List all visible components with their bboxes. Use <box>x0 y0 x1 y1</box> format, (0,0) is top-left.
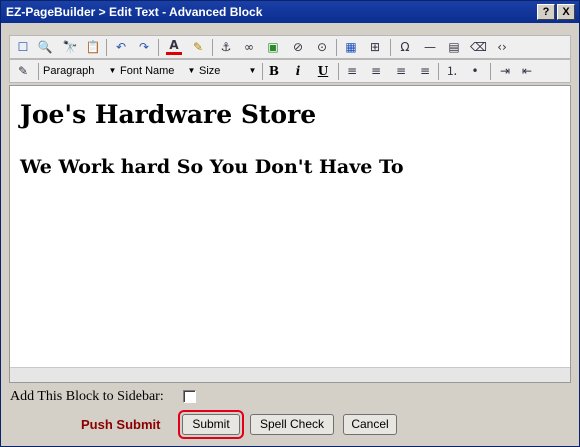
bullet-list-icon[interactable]: • <box>467 63 483 79</box>
help-button[interactable]: ? <box>537 4 555 20</box>
image-icon[interactable]: ▣ <box>265 39 281 55</box>
format-select[interactable]: Paragraph ▼ <box>43 63 117 79</box>
remove-format-icon[interactable]: ⌫ <box>470 39 487 55</box>
text-color-icon[interactable]: A <box>166 39 182 55</box>
numbered-list-icon[interactable]: ⒈ <box>444 63 460 79</box>
close-button[interactable]: X <box>557 4 575 20</box>
editor-dialog: EZ-PageBuilder > Edit Text - Advanced Bl… <box>0 0 580 447</box>
chevron-down-icon: ▼ <box>248 66 257 75</box>
media-icon[interactable]: ⊙ <box>314 39 330 55</box>
font-select-value: Font Name <box>120 65 175 77</box>
font-select[interactable]: Font Name ▼ <box>120 63 196 79</box>
bold-button[interactable]: B <box>266 63 282 79</box>
link-icon[interactable]: ∞ <box>241 39 257 55</box>
heading-store-name[interactable]: Joe's Hardware Store <box>20 100 316 129</box>
flash-icon[interactable]: ⊘ <box>290 39 306 55</box>
anchor-icon[interactable]: ⚓ <box>218 39 234 55</box>
title-bar: EZ-PageBuilder > Edit Text - Advanced Bl… <box>1 1 579 23</box>
paste-icon[interactable]: 📋 <box>85 39 101 55</box>
editor-status-bar <box>10 367 570 382</box>
toolbar-separator <box>262 63 263 80</box>
form-icon[interactable]: ⊞ <box>367 39 383 55</box>
toolbar-primary: ☐ 🔍 🔭 📋 ↶ ↷ A ✎ ⚓ ∞ ▣ ⊘ ⊙ ▦ ⊞ Ω — ▤ ⌫ ‹› <box>9 35 571 59</box>
align-right-icon[interactable]: ≡ <box>393 63 409 79</box>
toolbar-separator <box>336 39 337 56</box>
outdent-icon[interactable]: ⇤ <box>519 63 535 79</box>
horizontal-rule-icon[interactable]: — <box>422 39 438 55</box>
spell-check-button[interactable]: Spell Check <box>250 414 334 435</box>
indent-icon[interactable]: ⇥ <box>497 63 513 79</box>
toolbar-separator <box>212 39 213 56</box>
push-submit-hint: Push Submit <box>81 417 161 432</box>
rich-text-editor[interactable]: Joe's Hardware Store We Work hard So You… <box>9 85 571 383</box>
toolbar-separator <box>158 39 159 56</box>
style-edit-icon[interactable]: ✎ <box>15 63 31 79</box>
toolbar-separator <box>390 39 391 56</box>
toolbar-separator <box>38 63 39 80</box>
table-icon[interactable]: ▦ <box>343 39 359 55</box>
undo-icon[interactable]: ↶ <box>113 39 129 55</box>
toolbar-separator <box>438 63 439 80</box>
align-left-icon[interactable]: ≡ <box>344 63 360 79</box>
toolbar-separator <box>490 63 491 80</box>
toolbar-formatting: ✎ Paragraph ▼ Font Name ▼ Size ▼ B i U ≡… <box>9 59 571 83</box>
align-justify-icon[interactable]: ≡ <box>417 63 433 79</box>
align-center-icon[interactable]: ≡ <box>368 63 384 79</box>
format-select-value: Paragraph <box>43 65 95 77</box>
bg-color-icon[interactable]: ✎ <box>190 39 206 55</box>
code-icon[interactable]: ‹› <box>494 39 510 55</box>
size-select[interactable]: Size ▼ <box>199 63 257 79</box>
heading-slogan[interactable]: We Work hard So You Don't Have To <box>20 156 404 178</box>
window-title: EZ-PageBuilder > Edit Text - Advanced Bl… <box>6 5 263 19</box>
cancel-button[interactable]: Cancel <box>343 414 397 435</box>
redo-icon[interactable]: ↷ <box>136 39 152 55</box>
italic-button[interactable]: i <box>290 63 306 79</box>
source-icon[interactable]: ☐ <box>15 39 31 55</box>
sidebar-checkbox[interactable] <box>183 390 196 403</box>
special-char-icon[interactable]: Ω <box>397 39 413 55</box>
toolbar-separator <box>338 63 339 80</box>
chevron-down-icon: ▼ <box>108 66 117 75</box>
page-break-icon[interactable]: ▤ <box>446 39 462 55</box>
size-select-value: Size <box>199 65 221 77</box>
toolbar-separator <box>106 39 107 56</box>
underline-button[interactable]: U <box>315 63 331 79</box>
preview-icon[interactable]: 🔍 <box>37 39 53 55</box>
sidebar-label: Add This Block to Sidebar: <box>10 389 164 404</box>
submit-button[interactable]: Submit <box>182 414 240 435</box>
chevron-down-icon: ▼ <box>187 66 196 75</box>
find-icon[interactable]: 🔭 <box>62 39 78 55</box>
